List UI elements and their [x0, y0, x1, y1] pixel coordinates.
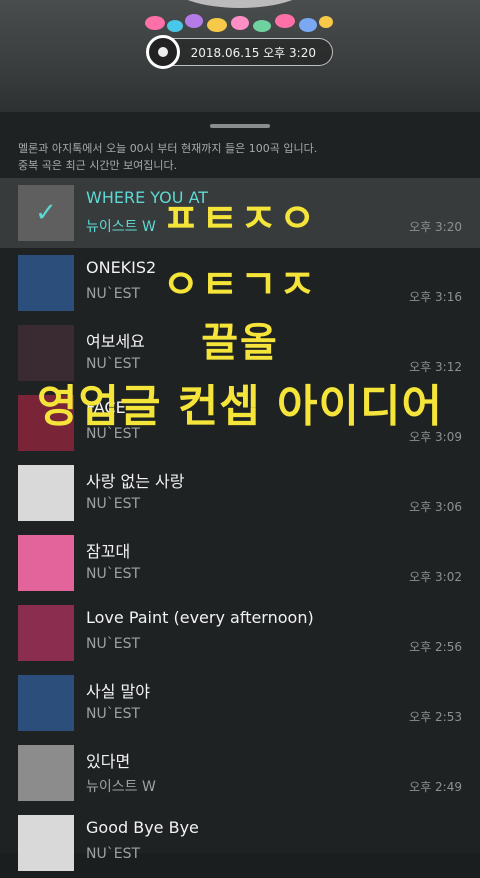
album-art: [18, 395, 74, 451]
album-art: [18, 325, 74, 381]
song-artist: NU`EST: [86, 286, 141, 302]
song-artist: 뉴이스트 W: [86, 779, 156, 795]
song-row[interactable]: ONEKIS2 NU`EST 오후 3:16: [0, 248, 480, 318]
play-time: 오후 2:56: [409, 640, 462, 654]
song-row[interactable]: Good Bye Bye NU`EST: [0, 808, 480, 878]
album-art: [18, 675, 74, 731]
song-row[interactable]: 있다면 뉴이스트 W 오후 2:49: [0, 738, 480, 808]
play-time: 오후 2:49: [409, 780, 462, 794]
song-artist: 뉴이스트 W: [86, 219, 156, 235]
song-artist: NU`EST: [86, 706, 141, 722]
song-artist: NU`EST: [86, 636, 141, 652]
song-row[interactable]: Love Paint (every afternoon) NU`EST 오후 2…: [0, 598, 480, 668]
notice-line-2: 중복 곡은 최근 시간만 보여집니다.: [18, 159, 178, 172]
song-artist: NU`EST: [86, 566, 141, 582]
song-title: FACE: [86, 398, 126, 417]
song-artist: NU`EST: [86, 426, 141, 442]
song-title: 사랑 없는 사랑: [86, 472, 185, 491]
header-decoration: [170, 0, 310, 8]
history-timestamp: 2018.06.15 오후 3:20: [190, 45, 316, 60]
song-title: 있다면: [86, 752, 131, 771]
album-art: [18, 745, 74, 801]
play-time: 오후 3:16: [409, 290, 462, 304]
checkmark-icon: ✓: [18, 185, 74, 241]
song-row[interactable]: 여보세요 NU`EST 오후 3:12: [0, 318, 480, 388]
album-art: [18, 605, 74, 661]
history-timestamp-pill[interactable]: 2018.06.15 오후 3:20: [146, 35, 333, 69]
song-list: ✓ WHERE YOU AT 뉴이스트 W 오후 3:20 ONEKIS2 NU…: [0, 178, 480, 878]
play-time: 오후 3:12: [409, 360, 462, 374]
album-art: ✓: [18, 185, 74, 241]
song-row[interactable]: 사실 말야 NU`EST 오후 2:53: [0, 668, 480, 738]
record-disc-icon: [146, 35, 180, 69]
song-title: 잠꼬대: [86, 542, 131, 561]
play-time: 오후 3:20: [409, 220, 462, 234]
song-artist: NU`EST: [86, 496, 141, 512]
song-artist: NU`EST: [86, 846, 141, 862]
song-row[interactable]: 잠꼬대 NU`EST 오후 3:02: [0, 528, 480, 598]
history-panel: 멜론과 아지톡에서 오늘 00시 부터 현재까지 들은 100곡 입니다. 중복…: [0, 112, 480, 871]
song-row[interactable]: 사랑 없는 사랑 NU`EST 오후 3:06: [0, 458, 480, 528]
play-time: 오후 3:06: [409, 500, 462, 514]
song-title: WHERE YOU AT: [86, 188, 209, 207]
play-time: 오후 2:53: [409, 710, 462, 724]
song-title: Good Bye Bye: [86, 818, 199, 837]
drag-handle[interactable]: [210, 124, 270, 128]
song-row[interactable]: ✓ WHERE YOU AT 뉴이스트 W 오후 3:20: [0, 178, 480, 248]
history-notice: 멜론과 아지톡에서 오늘 00시 부터 현재까지 들은 100곡 입니다. 중복…: [18, 140, 468, 174]
album-art: [18, 535, 74, 591]
play-time: 오후 3:02: [409, 570, 462, 584]
song-row[interactable]: FACE NU`EST 오후 3:09: [0, 388, 480, 458]
song-title: 사실 말야: [86, 682, 150, 701]
notice-line-1: 멜론과 아지톡에서 오늘 00시 부터 현재까지 들은 100곡 입니다.: [18, 142, 318, 155]
play-time: 오후 3:09: [409, 430, 462, 444]
album-art: [18, 465, 74, 521]
album-art: [18, 815, 74, 871]
song-artist: NU`EST: [86, 356, 141, 372]
now-playing-header: 2018.06.15 오후 3:20: [0, 0, 480, 112]
album-art: [18, 255, 74, 311]
song-title: 여보세요: [86, 332, 145, 351]
song-title: Love Paint (every afternoon): [86, 608, 314, 627]
song-title: ONEKIS2: [86, 258, 157, 277]
